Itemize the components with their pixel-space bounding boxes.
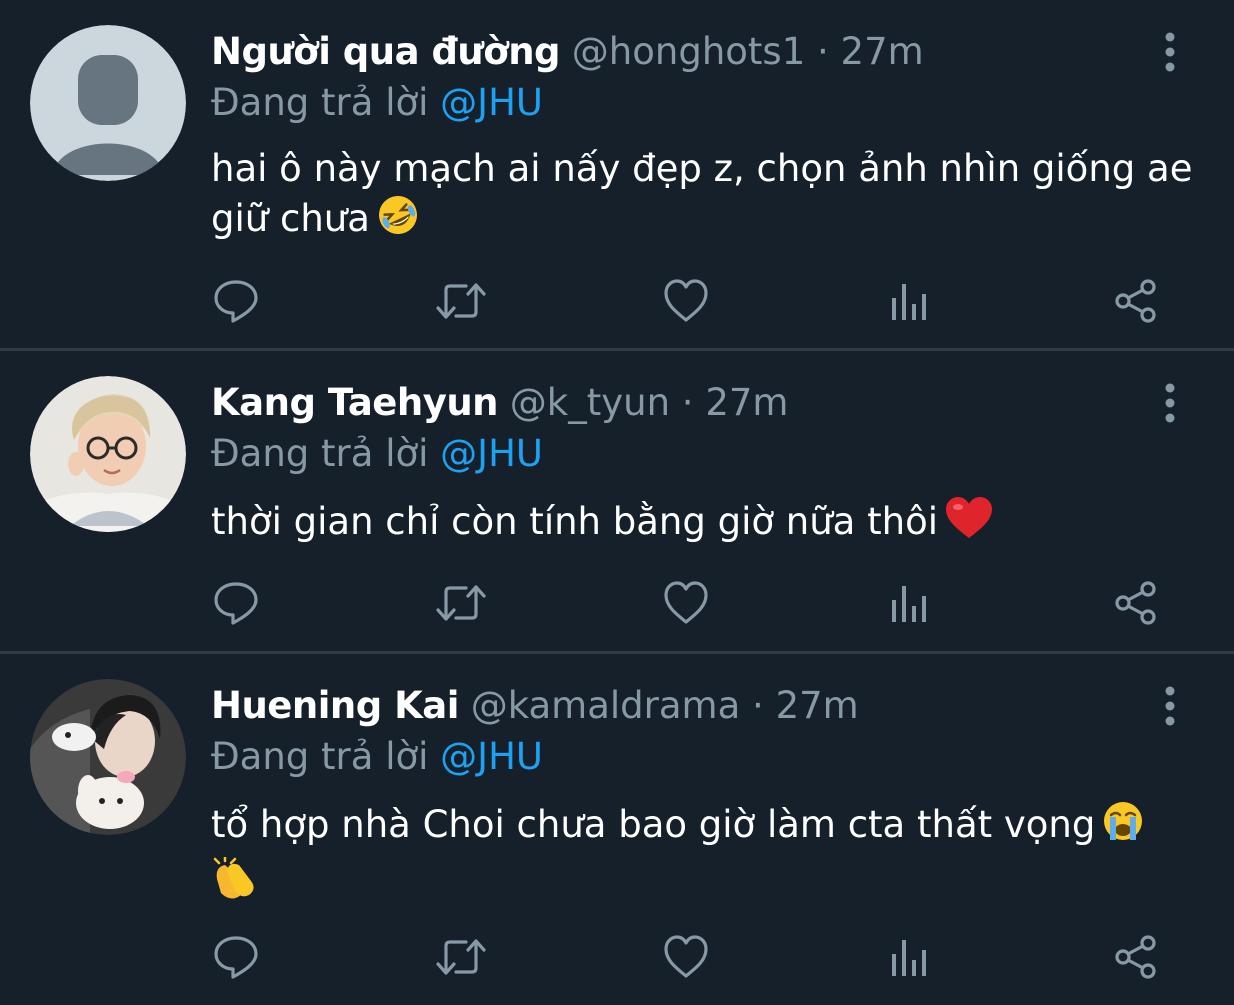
analytics-icon[interactable] <box>886 932 936 982</box>
tweet-item[interactable]: Kang Taehyun @k_tyun · 27m Đang trả lời … <box>0 351 1234 651</box>
replying-to: Đang trả lời @JHU <box>211 428 543 480</box>
share-icon[interactable] <box>1111 578 1161 628</box>
tweet-text: thời gian chỉ còn tính bằng giờ nữa thôi <box>211 496 1201 552</box>
mention-link[interactable]: @JHU <box>440 432 543 475</box>
more-vertical-icon[interactable] <box>1158 32 1182 72</box>
timestamp[interactable]: 27m <box>776 684 859 727</box>
replying-to: Đang trả lời @JHU <box>211 77 543 129</box>
display-name[interactable]: Người qua đường <box>211 30 561 73</box>
more-vertical-icon[interactable] <box>1158 383 1182 423</box>
clapping-hands-emoji <box>211 855 259 913</box>
tweet-item[interactable]: Huening Kai @kamaldrama · 27m Đang trả l… <box>0 654 1234 1005</box>
rolling-on-floor-laughing-emoji <box>376 193 420 249</box>
tweet-text-line-part: thời gian chỉ còn tính bằng giờ nữa thôi <box>211 500 938 543</box>
timestamp[interactable]: 27m <box>841 30 924 73</box>
tweet-text: tổ hợp nhà Choi chưa bao giờ làm cta thấ… <box>211 799 1201 913</box>
replying-to-label: Đang trả lời <box>211 81 429 124</box>
tweet-text-line: giữ chưa <box>211 193 1201 249</box>
mention-link[interactable]: @JHU <box>440 735 543 778</box>
user-handle[interactable]: @k_tyun <box>510 381 670 424</box>
red-heart-emoji <box>944 496 994 552</box>
user-handle[interactable]: @kamaldrama <box>471 684 741 727</box>
avatar[interactable] <box>30 679 186 835</box>
loudly-crying-face-emoji <box>1101 799 1145 855</box>
separator-dot: · <box>817 30 829 73</box>
separator-dot: · <box>752 684 764 727</box>
tweet-text-line-part: giữ chưa <box>211 197 370 240</box>
avatar[interactable] <box>30 376 186 532</box>
tweet-text-line: tổ hợp nhà Choi chưa bao giờ làm cta thấ… <box>211 799 1201 855</box>
heart-icon[interactable] <box>661 932 711 982</box>
tweet-text-line: thời gian chỉ còn tính bằng giờ nữa thôi <box>211 496 1201 552</box>
tweet-actions <box>0 932 1234 982</box>
tweet-item[interactable]: Người qua đường @honghots1 · 27m Đang tr… <box>0 0 1234 348</box>
replying-to-label: Đang trả lời <box>211 432 429 475</box>
reply-icon[interactable] <box>211 932 261 982</box>
retweet-icon[interactable] <box>436 276 486 326</box>
share-icon[interactable] <box>1111 276 1161 326</box>
tweet-actions <box>0 578 1234 628</box>
more-vertical-icon[interactable] <box>1158 686 1182 726</box>
user-handle[interactable]: @honghots1 <box>572 30 805 73</box>
reply-icon[interactable] <box>211 276 261 326</box>
tweet-text-line-part: tổ hợp nhà Choi chưa bao giờ làm cta thấ… <box>211 803 1096 846</box>
heart-icon[interactable] <box>661 578 711 628</box>
timestamp[interactable]: 27m <box>705 381 788 424</box>
replying-to-label: Đang trả lời <box>211 735 429 778</box>
replying-to: Đang trả lời @JHU <box>211 731 543 783</box>
retweet-icon[interactable] <box>436 578 486 628</box>
retweet-icon[interactable] <box>436 932 486 982</box>
reply-icon[interactable] <box>211 578 261 628</box>
tweet-actions <box>0 276 1234 326</box>
mention-link[interactable]: @JHU <box>440 81 543 124</box>
avatar[interactable] <box>30 25 186 181</box>
tweet-text-line: hai ô này mạch ai nấy đẹp z, chọn ảnh nh… <box>211 147 1193 190</box>
tweet-text: hai ô này mạch ai nấy đẹp z, chọn ảnh nh… <box>211 145 1201 249</box>
analytics-icon[interactable] <box>886 276 936 326</box>
heart-icon[interactable] <box>661 276 711 326</box>
share-icon[interactable] <box>1111 932 1161 982</box>
display-name[interactable]: Huening Kai <box>211 684 459 727</box>
display-name[interactable]: Kang Taehyun <box>211 381 499 424</box>
analytics-icon[interactable] <box>886 578 936 628</box>
separator-dot: · <box>681 381 694 424</box>
tweet-text-line <box>211 855 1201 913</box>
